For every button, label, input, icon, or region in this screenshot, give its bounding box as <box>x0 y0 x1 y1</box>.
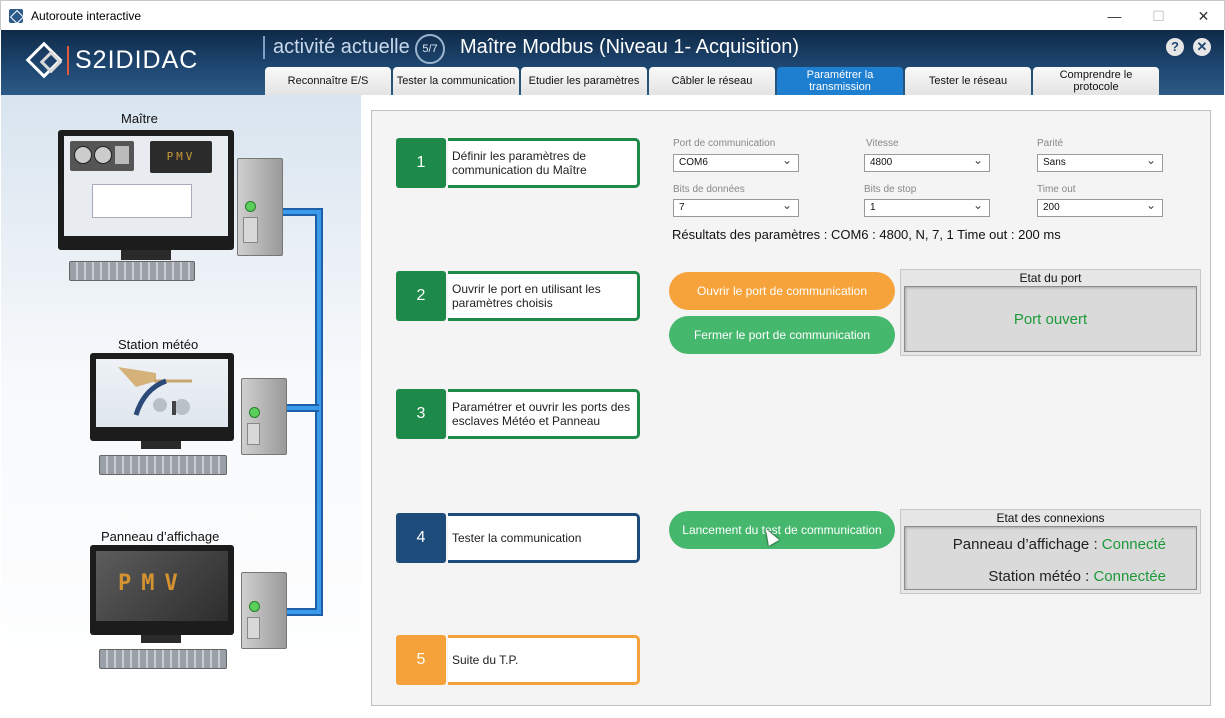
panel-monitor: PMV <box>90 545 234 635</box>
master-tower <box>237 158 283 256</box>
data-bits-label: Bits de données <box>673 184 745 195</box>
display-panel-label: Panneau d’affichage <box>101 529 220 544</box>
step-description: Tester la communication <box>448 513 640 563</box>
step-number: 3 <box>396 389 446 439</box>
connections-box: Panneau d’affichage : Connecté Station m… <box>904 526 1197 590</box>
close-port-button[interactable]: Fermer le port de communication <box>669 316 895 354</box>
window-close-button[interactable]: ✕ <box>1181 1 1225 31</box>
step-description: Ouvrir le port en utilisant les paramètr… <box>448 271 640 321</box>
minimize-button[interactable]: — <box>1092 1 1137 31</box>
panel-connection-row: Panneau d’affichage : Connecté <box>953 536 1166 553</box>
weather-connection-status: Connectée <box>1093 568 1166 585</box>
port-label: Port de communication <box>673 138 776 149</box>
power-led-icon <box>245 201 256 212</box>
help-icon[interactable]: ? <box>1166 38 1184 56</box>
weather-screen <box>96 359 228 427</box>
power-led-icon <box>249 407 260 418</box>
gauges-widget <box>70 141 134 171</box>
activity-tabs: Reconnaître E/S Tester la communication … <box>265 67 1161 95</box>
app-header: S2IDIDAC activité actuelle 5/7 Maître Mo… <box>1 30 1224 95</box>
launch-test-button[interactable]: Lancement du test de communication <box>669 511 895 549</box>
step-number: 1 <box>396 138 446 188</box>
port-state-title: Etat du port <box>1019 271 1082 285</box>
panel-screen: PMV <box>96 551 228 621</box>
weather-keyboard <box>99 455 227 475</box>
stop-bits-label: Bits de stop <box>864 184 917 195</box>
timeout-label: Time out <box>1037 184 1076 195</box>
master-monitor: PMV <box>58 130 234 250</box>
tab-reconnaitre-es[interactable]: Reconnaître E/S <box>265 67 391 95</box>
activity-label: activité actuelle <box>263 36 410 59</box>
step-number: 5 <box>396 635 446 685</box>
step-description: Paramétrer et ouvrir les ports des escla… <box>448 389 640 439</box>
port-state-box: Port ouvert <box>904 286 1197 352</box>
step-description: Définir les paramètres de communication … <box>448 138 640 188</box>
weather-connection-label: Station météo : <box>988 568 1090 585</box>
port-state-group: Etat du port Port ouvert <box>900 269 1201 356</box>
anemometer-illustration <box>118 367 192 416</box>
data-bits-select[interactable]: 7 <box>673 197 799 217</box>
page-title: Maître Modbus (Niveau 1- Acquisition) <box>460 36 800 58</box>
close-icon[interactable]: ✕ <box>1193 38 1211 56</box>
drive-bay <box>243 217 258 243</box>
panel-monitor-stand <box>141 635 181 643</box>
weather-station-label: Station météo <box>118 337 199 352</box>
timeout-select[interactable]: 200 <box>1037 197 1163 217</box>
tab-etudier-parametres[interactable]: Etudier les paramètres <box>521 67 647 95</box>
stop-bits-select[interactable]: 1 <box>864 197 990 217</box>
pmv-led-display: PMV <box>118 571 188 596</box>
master-station-label: Maître <box>121 111 158 126</box>
panel-keyboard <box>99 649 227 669</box>
master-monitor-stand <box>121 250 171 260</box>
tab-tester-reseau[interactable]: Tester le réseau <box>905 67 1031 95</box>
step-description: Suite du T.P. <box>448 635 640 685</box>
gauge-icon <box>94 146 112 164</box>
tab-parametrer-transmission[interactable]: Paramétrer la transmission <box>777 67 903 95</box>
power-led-icon <box>249 601 260 612</box>
drive-bay <box>247 617 260 639</box>
maximize-button[interactable]: ☐ <box>1136 1 1181 31</box>
connections-title: Etat des connexions <box>996 511 1105 525</box>
weather-connection-row: Station météo : Connectée <box>988 568 1166 585</box>
window-titlebar: Autoroute interactive — ☐ ✕ <box>0 0 1225 30</box>
parameters-summary: Résultats des paramètres : COM6 : 4800, … <box>672 227 1061 242</box>
panel-connection-label: Panneau d’affichage : <box>952 536 1098 553</box>
master-keyboard <box>69 261 195 281</box>
panel-connection-status: Connecté <box>1101 536 1166 553</box>
gauge-icon <box>74 146 92 164</box>
tab-tester-communication[interactable]: Tester la communication <box>393 67 519 95</box>
speed-label: Vitesse <box>866 138 899 149</box>
parity-label: Parité <box>1037 138 1064 149</box>
tab-comprendre-protocole[interactable]: Comprendre le protocole <box>1033 67 1159 95</box>
gauge-icon <box>115 146 129 164</box>
panel-tower <box>241 572 287 649</box>
step-progress-badge: 5/7 <box>415 34 445 64</box>
step-number: 2 <box>396 271 446 321</box>
weather-tower <box>241 378 287 455</box>
speed-select[interactable]: 4800 <box>864 152 990 172</box>
weather-monitor <box>90 353 234 441</box>
logo-text: S2IDIDAC <box>67 46 198 75</box>
s2ididac-logo: S2IDIDAC <box>25 41 215 79</box>
weather-monitor-stand <box>141 441 181 449</box>
network-diagram-pane: Maître PMV Station météo Panneau d’affic… <box>1 95 361 717</box>
window-title: Autoroute interactive <box>31 9 142 23</box>
open-port-button[interactable]: Ouvrir le port de communication <box>669 272 895 310</box>
master-screen: PMV <box>64 136 228 236</box>
connections-state-group: Etat des connexions Panneau d’affichage … <box>900 509 1201 594</box>
step-number: 4 <box>396 513 446 563</box>
drive-bay <box>247 423 260 445</box>
port-state-value: Port ouvert <box>1013 311 1088 328</box>
tab-cabler-reseau[interactable]: Câbler le réseau <box>649 67 775 95</box>
app-icon <box>9 9 23 23</box>
parity-select[interactable]: Sans <box>1037 152 1163 172</box>
port-select[interactable]: COM6 <box>673 152 799 172</box>
master-data-table <box>92 184 192 218</box>
master-pmv-display: PMV <box>150 141 212 173</box>
